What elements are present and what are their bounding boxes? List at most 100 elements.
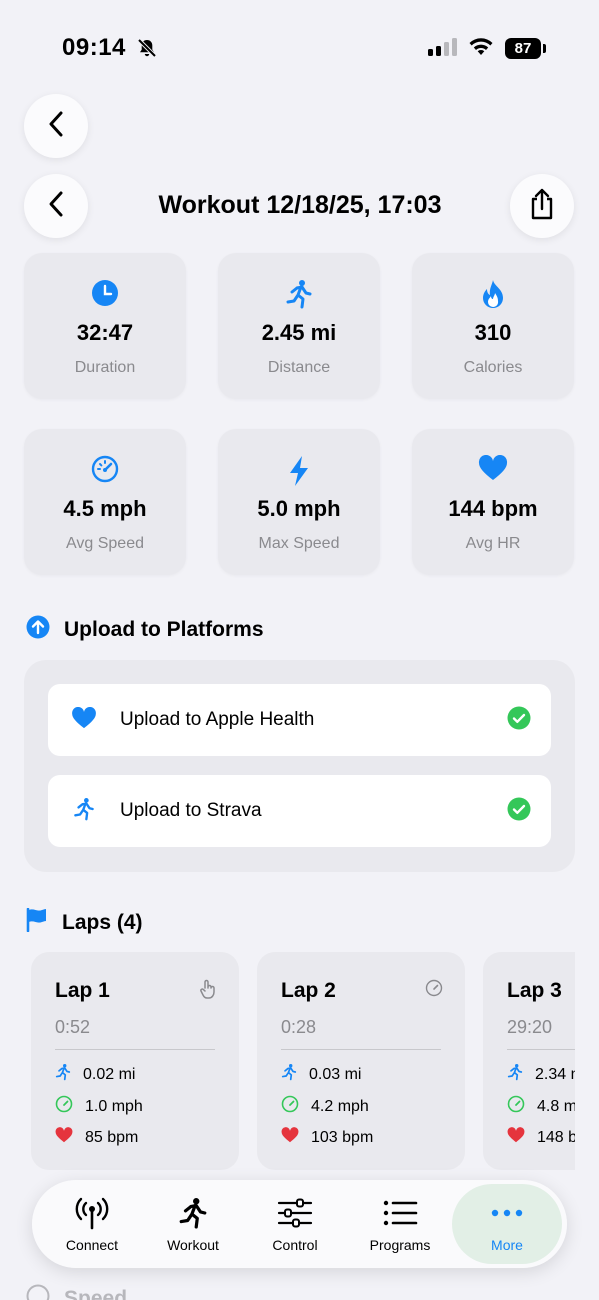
stat-card-avg-speed: 4.5 mph Avg Speed xyxy=(24,429,186,575)
stat-label: Distance xyxy=(267,359,331,376)
stat-value: 310 xyxy=(474,320,512,345)
lap-card[interactable]: Lap 2 0:28 0.03 mi 4.2 mph 103 bpm xyxy=(257,952,465,1170)
laps-carousel[interactable]: Lap 1 0:52 0.02 mi 1.0 mph 85 bpm Lap 2 … xyxy=(0,952,575,1172)
upload-row-label: Upload to Apple Health xyxy=(120,709,315,730)
speedometer-icon xyxy=(91,455,119,488)
upload-section-title: Upload to Platforms xyxy=(64,618,264,641)
speedometer-icon xyxy=(26,1284,50,1300)
upload-card: Upload to Apple Health Upload to Strava xyxy=(24,660,575,872)
lap-card[interactable]: Lap 1 0:52 0.02 mi 1.0 mph 85 bpm xyxy=(31,952,239,1170)
stat-label: Max Speed xyxy=(258,535,340,552)
tab-label: More xyxy=(491,1237,523,1253)
share-button[interactable] xyxy=(510,174,574,238)
heart-icon xyxy=(71,706,97,734)
checkmark-circle-icon xyxy=(507,797,531,826)
lap-hr-value: 148 bpm xyxy=(537,1128,575,1146)
stat-card-max-speed: 5.0 mph Max Speed xyxy=(218,429,380,575)
tab-workout[interactable]: Workout xyxy=(143,1180,243,1268)
flag-icon xyxy=(26,907,48,938)
lap-hr: 103 bpm xyxy=(281,1127,373,1148)
back-button[interactable] xyxy=(24,94,88,158)
lap-distance: 0.03 mi xyxy=(281,1063,361,1086)
lap-title: Lap 2 xyxy=(281,979,336,1002)
hand-tap-icon xyxy=(199,979,217,1004)
lap-title: Lap 3 xyxy=(507,979,562,1002)
tab-bar: Connect Workout Control Programs More xyxy=(32,1180,567,1268)
lap-speed-value: 4.2 mph xyxy=(311,1097,369,1115)
lap-hr-value: 103 bpm xyxy=(311,1128,374,1146)
lap-speed: 4.2 mph xyxy=(281,1095,369,1118)
speedometer-icon xyxy=(507,1095,525,1118)
tab-label: Control xyxy=(272,1237,318,1253)
heart-icon xyxy=(507,1127,525,1148)
cellular-signal-icon xyxy=(428,38,457,56)
running-figure-icon xyxy=(178,1195,208,1231)
tab-control[interactable]: Control xyxy=(245,1180,345,1268)
back-button-secondary[interactable] xyxy=(24,174,88,238)
tab-more[interactable]: More xyxy=(457,1180,557,1268)
running-figure-icon xyxy=(55,1063,71,1086)
upload-row-label: Upload to Strava xyxy=(120,800,262,821)
speedometer-icon xyxy=(55,1095,73,1118)
stat-value: 5.0 mph xyxy=(257,496,341,521)
heart-icon xyxy=(55,1127,73,1148)
lap-time: 0:28 xyxy=(281,1017,317,1037)
chevron-left-icon xyxy=(46,110,66,143)
lap-speed: 1.0 mph xyxy=(55,1095,143,1118)
gauge-icon xyxy=(425,979,443,1002)
running-figure-icon xyxy=(507,1063,523,1086)
stat-value: 2.45 mi xyxy=(261,320,337,345)
flame-icon xyxy=(480,279,506,314)
lap-card[interactable]: Lap 3 29:20 2.34 mi 4.8 mph 148 bpm xyxy=(483,952,575,1170)
speedometer-icon xyxy=(281,1095,299,1118)
speed-section-header: Speed xyxy=(26,1284,127,1300)
stat-card-duration: 32:47 Duration xyxy=(24,253,186,399)
lap-hr: 148 bpm xyxy=(507,1127,575,1148)
tab-programs[interactable]: Programs xyxy=(350,1180,450,1268)
running-figure-icon xyxy=(73,796,95,827)
running-figure-icon xyxy=(285,279,313,314)
tab-label: Workout xyxy=(167,1237,219,1253)
lap-time: 29:20 xyxy=(507,1017,553,1037)
upload-strava-row[interactable]: Upload to Strava xyxy=(48,775,551,847)
lap-distance-value: 0.02 mi xyxy=(83,1065,136,1083)
lap-hr-value: 85 bpm xyxy=(85,1128,139,1146)
bolt-icon xyxy=(287,455,311,492)
stat-label: Avg Speed xyxy=(66,535,144,552)
bell-slash-icon xyxy=(136,37,158,64)
running-figure-icon xyxy=(281,1063,297,1086)
tab-label: Programs xyxy=(369,1237,431,1253)
stat-card-avg-hr: 144 bpm Avg HR xyxy=(412,429,574,575)
lap-divider xyxy=(55,1049,215,1050)
share-icon xyxy=(528,187,556,226)
stat-label: Duration xyxy=(74,359,136,376)
clock-icon xyxy=(91,279,119,312)
sliders-icon xyxy=(277,1195,313,1231)
lap-speed-value: 4.8 mph xyxy=(537,1097,575,1115)
more-icon xyxy=(490,1195,524,1231)
arrow-up-circle-icon xyxy=(26,615,50,645)
battery-tip xyxy=(543,44,546,53)
lap-divider xyxy=(507,1049,575,1050)
list-icon xyxy=(382,1195,418,1231)
checkmark-circle-icon xyxy=(507,706,531,735)
lap-hr: 85 bpm xyxy=(55,1127,138,1148)
laps-section-header: Laps (4) xyxy=(26,907,143,938)
stat-label: Avg HR xyxy=(465,535,521,552)
lap-divider xyxy=(281,1049,441,1050)
stat-card-distance: 2.45 mi Distance xyxy=(218,253,380,399)
lap-time: 0:52 xyxy=(55,1017,91,1037)
lap-distance-value: 0.03 mi xyxy=(309,1065,362,1083)
stat-value: 32:47 xyxy=(76,320,134,345)
lap-speed: 4.8 mph xyxy=(507,1095,575,1118)
lap-speed-value: 1.0 mph xyxy=(85,1097,143,1115)
laps-section-title: Laps (4) xyxy=(62,911,143,934)
stat-label: Calories xyxy=(463,359,523,376)
tab-connect[interactable]: Connect xyxy=(42,1180,142,1268)
lap-distance-value: 2.34 mi xyxy=(535,1065,575,1083)
speed-section-title: Speed xyxy=(64,1287,128,1300)
tab-label: Connect xyxy=(65,1237,119,1253)
upload-apple-health-row[interactable]: Upload to Apple Health xyxy=(48,684,551,756)
status-time: 09:14 xyxy=(62,34,126,61)
lap-title: Lap 1 xyxy=(55,979,110,1002)
